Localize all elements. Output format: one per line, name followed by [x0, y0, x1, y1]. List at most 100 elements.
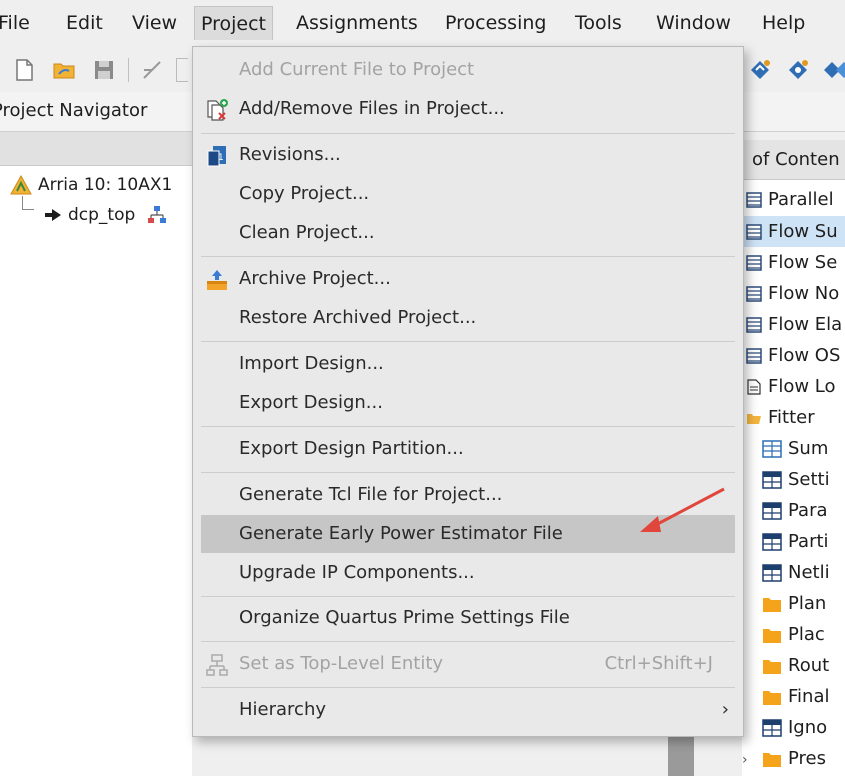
report-row[interactable]: Parallel	[746, 184, 834, 215]
report-row-label: Flow Se	[768, 252, 838, 273]
menu-item-revisions[interactable]: 1 Revisions...	[193, 136, 743, 174]
folder-icon	[763, 629, 781, 643]
report-row[interactable]: Flow No	[746, 278, 839, 309]
new-file-icon[interactable]	[12, 58, 36, 82]
menu-view[interactable]: View	[126, 6, 183, 40]
menu-processing[interactable]: Processing	[439, 6, 552, 40]
report-panel-header	[742, 92, 845, 132]
report-row-label: Parallel	[768, 189, 834, 210]
table-icon	[746, 348, 762, 364]
report-row-folder[interactable]: Rout	[762, 650, 829, 681]
report-row[interactable]: Para	[762, 495, 828, 526]
folder-icon	[763, 660, 781, 674]
menu-edit[interactable]: Edit	[60, 6, 109, 40]
analysis-icon[interactable]	[786, 58, 810, 82]
menu-item-organize-settings[interactable]: Organize Quartus Prime Settings File	[193, 599, 743, 637]
top-level-entity-icon	[206, 654, 228, 676]
menu-item-label: Restore Archived Project...	[239, 307, 477, 328]
menu-assignments[interactable]: Assignments	[290, 6, 424, 40]
project-navigator-column-header	[0, 132, 192, 166]
menu-item-add-current-file[interactable]: Add Current File to Project	[193, 51, 743, 89]
report-row-label: Plac	[788, 624, 825, 645]
save-icon[interactable]	[92, 58, 116, 82]
project-navigator-tree: Arria 10: 10AX1 dcp_top	[0, 166, 192, 776]
report-row-folder[interactable]: Final	[762, 681, 829, 712]
menu-item-set-top-level[interactable]: Set as Top-Level Entity Ctrl+Shift+J	[193, 645, 743, 683]
menu-item-label: Clean Project...	[239, 222, 375, 243]
report-row[interactable]: Flow Lo	[746, 371, 836, 402]
menu-item-add-remove-files[interactable]: Add/Remove Files in Project...	[193, 90, 743, 128]
report-row-selected[interactable]: Flow Su	[742, 216, 845, 247]
menu-item-generate-tcl[interactable]: Generate Tcl File for Project...	[193, 476, 743, 514]
report-row-folder[interactable]: › Pres	[742, 743, 826, 774]
report-row-label: Pres	[788, 748, 826, 769]
project-navigator-header: Project Navigator	[0, 92, 192, 132]
report-row[interactable]: Setti	[762, 464, 830, 495]
folder-icon	[763, 691, 781, 705]
report-tree: Parallel Flow Su Flow Se Flow No Flow El…	[742, 180, 845, 776]
menu-item-generate-early-power-estimator[interactable]: Generate Early Power Estimator File	[201, 515, 735, 553]
menu-item-export-design-partition[interactable]: Export Design Partition...	[193, 430, 743, 468]
tree-row-device[interactable]: Arria 10: 10AX1	[10, 170, 172, 200]
cut-icon[interactable]	[140, 58, 164, 82]
report-row[interactable]: Sum	[762, 433, 828, 464]
menu-tools[interactable]: Tools	[569, 6, 628, 40]
copy-icon[interactable]	[176, 58, 188, 82]
open-folder-icon[interactable]	[52, 58, 76, 82]
menu-item-label: Import Design...	[239, 353, 384, 374]
report-row[interactable]: Flow OS	[746, 340, 840, 371]
folder-icon	[763, 753, 781, 767]
table-icon	[762, 564, 782, 582]
menu-item-clean-project[interactable]: Clean Project...	[193, 214, 743, 252]
report-row-label: Plan	[788, 593, 827, 614]
report-table-of-contents-header: of Conten	[742, 140, 845, 180]
menu-item-upgrade-ip[interactable]: Upgrade IP Components...	[193, 554, 743, 592]
compile-icon[interactable]	[748, 58, 772, 82]
menu-item-label: Archive Project...	[239, 268, 391, 289]
menu-item-hierarchy[interactable]: Hierarchy ›	[193, 691, 743, 729]
table-icon	[746, 255, 762, 271]
menu-item-label: Copy Project...	[239, 183, 370, 204]
report-row-folder[interactable]: Fitter	[746, 402, 815, 433]
report-row[interactable]: Igno	[762, 712, 827, 743]
menu-item-archive-project[interactable]: Archive Project...	[193, 260, 743, 298]
menu-item-import-design[interactable]: Import Design...	[193, 345, 743, 383]
report-row-folder[interactable]: Plan	[762, 588, 826, 619]
menu-item-label: Revisions...	[239, 144, 341, 165]
report-row-label: Fitter	[768, 407, 815, 428]
menu-item-label: Upgrade IP Components...	[239, 562, 475, 583]
menu-project[interactable]: Project	[194, 6, 274, 40]
report-row[interactable]: Flow Se	[746, 247, 837, 278]
table-icon	[746, 192, 762, 208]
menu-item-export-design[interactable]: Export Design...	[193, 384, 743, 422]
report-row-label: Flow No	[768, 283, 840, 304]
report-row[interactable]: Netli	[762, 557, 830, 588]
report-row-folder[interactable]: Plac	[762, 619, 825, 650]
report-row-label: Netli	[788, 562, 830, 583]
menu-separator	[201, 472, 735, 473]
table-icon	[746, 317, 762, 333]
project-menu-dropdown: Add Current File to Project Add/Remove F…	[192, 46, 744, 737]
report-row-label: Flow Lo	[768, 376, 836, 397]
folder-icon	[763, 598, 781, 612]
menu-separator	[201, 341, 735, 342]
tree-row-top-entity[interactable]: dcp_top	[44, 200, 173, 230]
archive-icon	[207, 270, 227, 290]
report-toc-title: of Conten	[752, 149, 840, 170]
table-icon	[746, 286, 762, 302]
report-row[interactable]: Parti	[762, 526, 829, 557]
fitter-icon[interactable]	[824, 58, 845, 82]
menu-file[interactable]: File	[0, 6, 36, 40]
submenu-chevron-right-icon: ›	[721, 699, 729, 720]
menu-item-restore-archived[interactable]: Restore Archived Project...	[193, 299, 743, 337]
expand-chevron-icon[interactable]: ›	[742, 745, 762, 776]
menu-help[interactable]: Help	[756, 6, 811, 40]
menu-item-copy-project[interactable]: Copy Project...	[193, 175, 743, 213]
entity-arrow-icon	[45, 209, 61, 221]
add-remove-files-icon	[207, 99, 228, 121]
report-row[interactable]: Flow Ela	[746, 309, 842, 340]
menu-window[interactable]: Window	[650, 6, 737, 40]
text-file-icon	[747, 379, 761, 395]
open-folder-icon	[747, 414, 761, 424]
report-row-label: Flow Su	[768, 221, 838, 242]
